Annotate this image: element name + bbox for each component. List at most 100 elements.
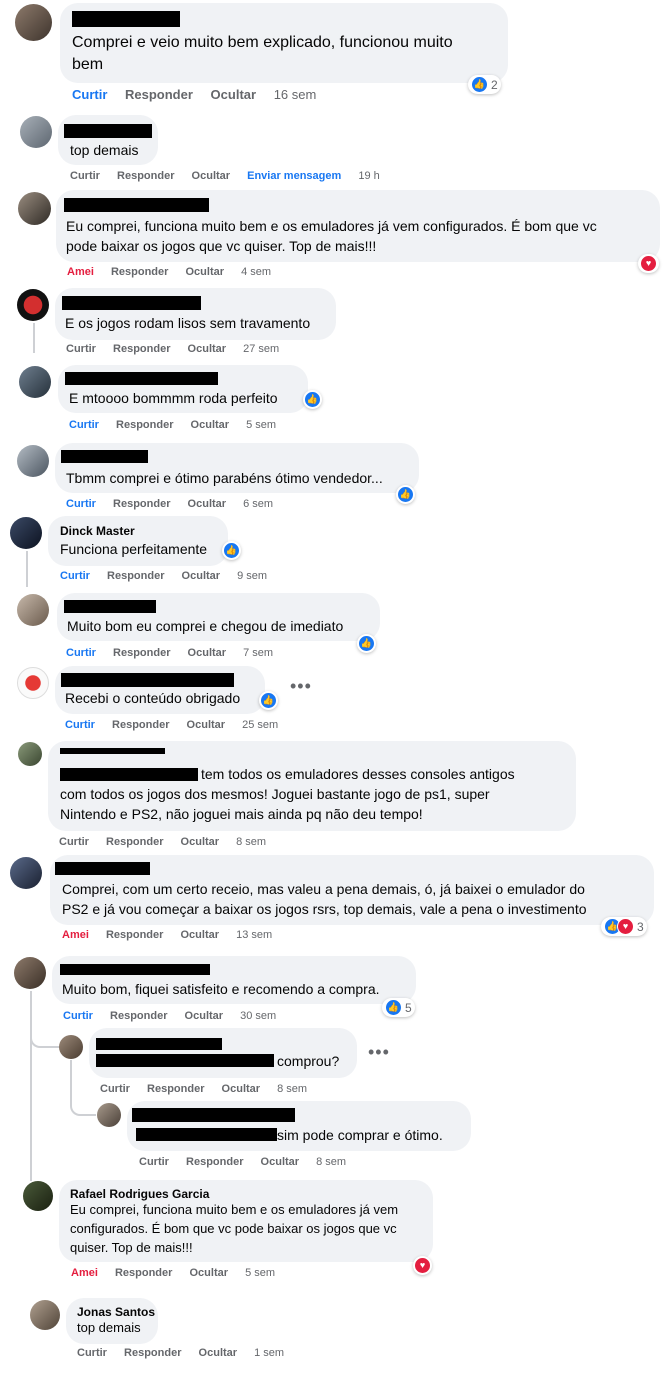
hide-button[interactable]: Ocultar (192, 170, 231, 182)
avatar[interactable] (17, 445, 49, 477)
reply-button[interactable]: Responder (124, 1347, 181, 1359)
timestamp[interactable]: 30 sem (240, 1010, 276, 1022)
loved-button[interactable]: Amei (67, 266, 94, 278)
timestamp[interactable]: 9 sem (237, 570, 267, 582)
reply-button[interactable]: Responder (186, 1156, 243, 1168)
hide-button[interactable]: Ocultar (191, 419, 230, 431)
timestamp[interactable]: 4 sem (241, 266, 271, 278)
reaction-count[interactable]: 👍 2 (468, 75, 501, 94)
hide-button[interactable]: Ocultar (211, 87, 257, 102)
like-button[interactable]: Curtir (65, 719, 95, 731)
like-button[interactable]: Curtir (59, 836, 89, 848)
reply-button[interactable]: Responder (106, 929, 163, 941)
hide-button[interactable]: Ocultar (181, 929, 220, 941)
send-message-button[interactable]: Enviar mensagem (247, 170, 341, 182)
timestamp[interactable]: 8 sem (277, 1083, 307, 1095)
timestamp[interactable]: 5 sem (245, 1267, 275, 1279)
avatar[interactable] (10, 517, 42, 549)
hide-button[interactable]: Ocultar (188, 647, 227, 659)
hide-button[interactable]: Ocultar (185, 1010, 224, 1022)
like-button[interactable]: Curtir (70, 170, 100, 182)
reply-button[interactable]: Responder (107, 570, 164, 582)
avatar[interactable] (59, 1035, 83, 1059)
comment-bubble: tem todos os emuladores desses consoles … (48, 741, 576, 831)
reaction-icon[interactable]: 👍 (222, 541, 241, 560)
timestamp[interactable]: 27 sem (243, 343, 279, 355)
hide-button[interactable]: Ocultar (261, 1156, 300, 1168)
timestamp[interactable]: 13 sem (236, 929, 272, 941)
comment-actions: Curtir Responder Ocultar 5 sem (69, 419, 290, 431)
reply-button[interactable]: Responder (111, 266, 168, 278)
reply-button[interactable]: Responder (113, 343, 170, 355)
timestamp[interactable]: 5 sem (246, 419, 276, 431)
reply-button[interactable]: Responder (117, 170, 174, 182)
timestamp[interactable]: 6 sem (243, 498, 273, 510)
timestamp[interactable]: 1 sem (254, 1347, 284, 1359)
avatar[interactable] (19, 366, 51, 398)
like-button[interactable]: Curtir (66, 343, 96, 355)
like-button[interactable]: Curtir (60, 570, 90, 582)
avatar[interactable] (18, 742, 42, 766)
avatar[interactable] (30, 1300, 60, 1330)
comment-author[interactable]: Dinck Master (60, 524, 135, 538)
reaction-icon[interactable]: 👍 (303, 390, 322, 409)
reaction-icon[interactable]: 👍 (259, 691, 278, 710)
avatar[interactable] (18, 192, 51, 225)
hide-button[interactable]: Ocultar (188, 498, 227, 510)
timestamp[interactable]: 8 sem (316, 1156, 346, 1168)
avatar[interactable] (15, 4, 52, 41)
hide-button[interactable]: Ocultar (187, 719, 226, 731)
avatar[interactable] (14, 957, 46, 989)
comment-author[interactable]: Jonas Santos (77, 1305, 155, 1319)
reaction-count[interactable]: 👍 5 (382, 998, 415, 1017)
hide-button[interactable]: Ocultar (222, 1083, 261, 1095)
timestamp[interactable]: 7 sem (243, 647, 273, 659)
timestamp[interactable]: 25 sem (242, 719, 278, 731)
timestamp[interactable]: 16 sem (274, 87, 317, 102)
avatar[interactable] (23, 1181, 53, 1211)
like-button[interactable]: Curtir (69, 419, 99, 431)
avatar[interactable] (17, 667, 49, 699)
hide-button[interactable]: Ocultar (186, 266, 225, 278)
timestamp[interactable]: 19 h (358, 170, 379, 182)
reply-button[interactable]: Responder (110, 1010, 167, 1022)
reaction-icon[interactable]: 👍 (396, 485, 415, 504)
like-button[interactable]: Curtir (66, 498, 96, 510)
reply-button[interactable]: Responder (113, 647, 170, 659)
like-button[interactable]: Curtir (72, 87, 107, 102)
hide-button[interactable]: Ocultar (188, 343, 227, 355)
avatar[interactable] (20, 116, 52, 148)
reaction-count[interactable]: ♥ (638, 254, 659, 273)
like-button[interactable]: Curtir (66, 647, 96, 659)
reaction-count[interactable]: 👍 ♥ 3 (601, 917, 647, 936)
more-options-icon[interactable]: ••• (290, 676, 312, 697)
hide-button[interactable]: Ocultar (182, 570, 221, 582)
like-button[interactable]: Curtir (100, 1083, 130, 1095)
timestamp[interactable]: 8 sem (236, 836, 266, 848)
reply-button[interactable]: Responder (147, 1083, 204, 1095)
comment-actions: Amei Responder Ocultar 13 sem (62, 929, 286, 941)
loved-button[interactable]: Amei (62, 929, 89, 941)
avatar[interactable] (10, 857, 42, 889)
more-options-icon[interactable]: ••• (368, 1042, 390, 1063)
reply-button[interactable]: Responder (116, 419, 173, 431)
like-button[interactable]: Curtir (139, 1156, 169, 1168)
avatar[interactable] (17, 594, 49, 626)
reply-button[interactable]: Responder (113, 498, 170, 510)
reaction-icon[interactable]: 👍 (357, 634, 376, 653)
avatar[interactable] (17, 289, 49, 321)
like-button[interactable]: Curtir (77, 1347, 107, 1359)
reply-button[interactable]: Responder (106, 836, 163, 848)
hide-button[interactable]: Ocultar (199, 1347, 238, 1359)
comment-author[interactable]: Rafael Rodrigues Garcia (70, 1187, 209, 1201)
reply-button[interactable]: Responder (115, 1267, 172, 1279)
comment-text: Comprei e veio muito bem explicado, func… (72, 34, 453, 51)
like-button[interactable]: Curtir (63, 1010, 93, 1022)
loved-button[interactable]: Amei (71, 1267, 98, 1279)
reply-button[interactable]: Responder (125, 87, 193, 102)
hide-button[interactable]: Ocultar (181, 836, 220, 848)
reaction-icon[interactable]: ♥ (413, 1256, 432, 1275)
reply-button[interactable]: Responder (112, 719, 169, 731)
avatar[interactable] (97, 1103, 121, 1127)
hide-button[interactable]: Ocultar (190, 1267, 229, 1279)
